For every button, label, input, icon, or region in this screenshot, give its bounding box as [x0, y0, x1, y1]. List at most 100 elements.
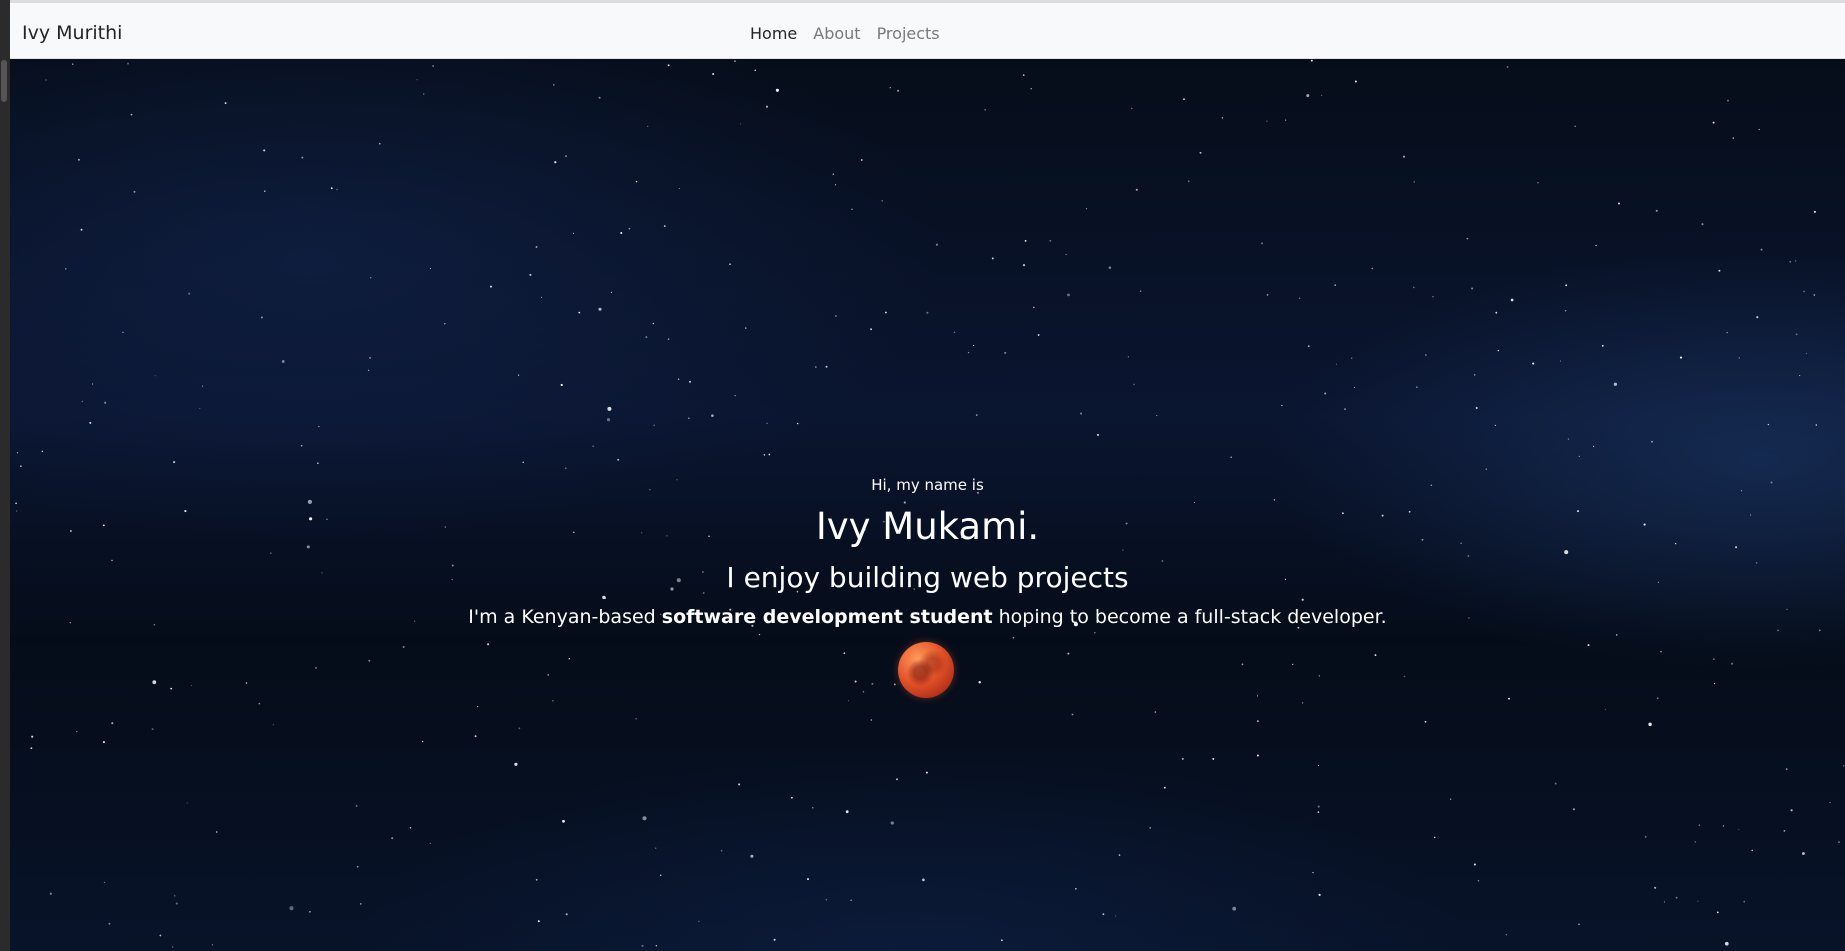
- star: [796, 422, 799, 425]
- star: [379, 143, 381, 145]
- star: [152, 680, 157, 685]
- star: [739, 123, 741, 125]
- star: [1131, 107, 1133, 109]
- star: [1565, 284, 1568, 287]
- star: [729, 263, 731, 266]
- star: [317, 462, 319, 464]
- star: [1425, 354, 1427, 356]
- star: [835, 315, 837, 317]
- star: [1795, 333, 1798, 336]
- star: [541, 296, 542, 298]
- star: [270, 552, 272, 554]
- star: [647, 125, 649, 127]
- star: [1199, 151, 1202, 154]
- star: [922, 878, 925, 882]
- star: [199, 408, 201, 410]
- star: [1505, 934, 1508, 936]
- star: [1732, 137, 1735, 139]
- star: [103, 881, 106, 884]
- star: [1537, 182, 1539, 184]
- star: [301, 156, 304, 159]
- star: [768, 453, 771, 456]
- star: [535, 878, 538, 881]
- star: [1230, 456, 1233, 459]
- star: [881, 200, 883, 202]
- star: [1266, 120, 1268, 122]
- star: [1318, 893, 1321, 896]
- star: [130, 113, 133, 116]
- star: [289, 906, 294, 911]
- star: [991, 257, 994, 260]
- star: [1508, 697, 1510, 700]
- star: [1012, 636, 1015, 639]
- star: [1139, 290, 1142, 292]
- star: [104, 401, 107, 404]
- star: [1790, 809, 1793, 812]
- scroll-handle[interactable]: [1, 60, 7, 102]
- star: [1065, 253, 1067, 256]
- star: [758, 633, 761, 636]
- star: [738, 783, 741, 786]
- star: [1694, 841, 1697, 843]
- star: [1067, 293, 1070, 297]
- star: [1256, 754, 1259, 757]
- star: [1354, 80, 1357, 83]
- star: [369, 276, 372, 279]
- navbar: Ivy Murithi Home About Projects: [10, 3, 1845, 59]
- star: [1506, 66, 1509, 68]
- star: [1655, 209, 1658, 212]
- star: [402, 646, 405, 648]
- star: [953, 331, 956, 333]
- star: [1738, 828, 1740, 831]
- star: [41, 450, 44, 453]
- star: [1654, 886, 1657, 889]
- star: [1403, 675, 1406, 678]
- star: [667, 338, 670, 340]
- star: [330, 187, 333, 190]
- star: [432, 65, 434, 67]
- star: [720, 849, 723, 852]
- star: [1618, 202, 1620, 205]
- star: [1118, 854, 1121, 856]
- star: [258, 702, 261, 705]
- star: [1758, 128, 1760, 131]
- star: [1497, 349, 1500, 352]
- star: [1292, 663, 1294, 666]
- star: [1751, 849, 1753, 852]
- star: [1783, 830, 1786, 832]
- star: [1299, 297, 1301, 299]
- navbar-brand[interactable]: Ivy Murithi: [22, 22, 122, 44]
- star: [745, 327, 747, 329]
- star: [31, 735, 34, 738]
- star: [565, 913, 568, 916]
- star: [1001, 939, 1003, 942]
- star: [926, 311, 929, 314]
- star: [607, 406, 612, 411]
- star: [851, 208, 853, 210]
- star: [635, 180, 638, 183]
- star: [490, 285, 492, 288]
- star: [889, 87, 891, 89]
- star: [1578, 455, 1580, 458]
- star: [750, 854, 754, 858]
- star: [215, 831, 218, 833]
- star: [1615, 634, 1618, 636]
- star: [127, 62, 129, 65]
- star: [537, 920, 540, 923]
- nav-link-home[interactable]: Home: [750, 24, 797, 43]
- star: [81, 400, 84, 403]
- star: [1067, 652, 1070, 655]
- star: [264, 190, 266, 192]
- star: [847, 700, 849, 702]
- star: [300, 444, 303, 447]
- star: [281, 360, 285, 363]
- star: [1080, 412, 1083, 415]
- star: [978, 681, 981, 684]
- star: [1030, 88, 1032, 90]
- star: [975, 414, 978, 416]
- star: [1093, 631, 1096, 634]
- nav-link-projects[interactable]: Projects: [877, 24, 940, 43]
- nav-link-about[interactable]: About: [813, 24, 860, 43]
- star: [1212, 757, 1215, 760]
- star: [487, 643, 490, 646]
